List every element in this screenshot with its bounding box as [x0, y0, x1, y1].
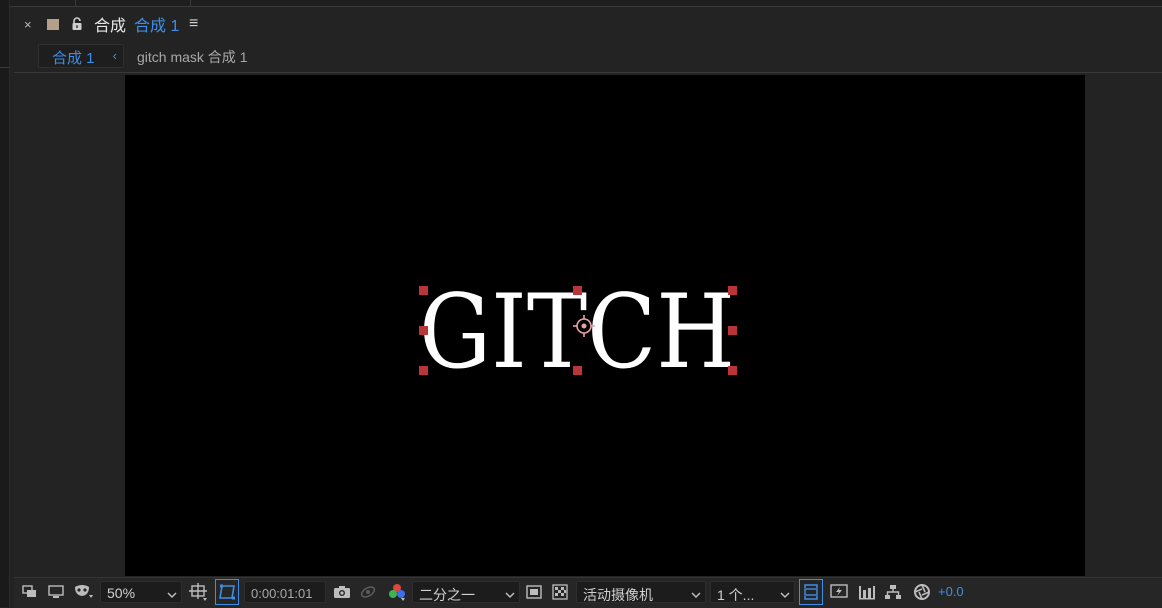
handle-mid-left [419, 326, 428, 335]
transparency-grid-icon[interactable] [548, 578, 572, 606]
camera-value: 活动摄像机 [583, 587, 653, 603]
show-snapshot-icon[interactable] [356, 578, 380, 606]
magnification-dropdown[interactable]: 50% [100, 581, 182, 603]
panel-comp-name[interactable]: 合成 1 [134, 8, 179, 40]
composition-panel-header: × 合成 合成 1 ≡ [14, 8, 1162, 40]
always-preview-icon[interactable] [18, 578, 42, 606]
panel-menu-icon[interactable]: ≡ [189, 8, 198, 40]
handle-bottom-left [419, 366, 428, 375]
handle-top-middle [573, 286, 582, 295]
timecode-value: 0:00:01:01 [251, 586, 313, 601]
camera-view-dropdown[interactable]: 活动摄像机 [576, 581, 706, 603]
region-of-interest-icon[interactable] [522, 578, 546, 606]
title-action-safe-icon[interactable] [186, 578, 212, 606]
reset-exposure-icon[interactable] [910, 578, 934, 606]
views-value: 1 个... [717, 587, 755, 603]
chevron-down-icon [780, 587, 790, 605]
comp-navigator: 合成 1 ‹ gitch mask 合成 1 [14, 42, 1162, 73]
viewer-toolbar: 50% 0:00:01:01 二分之一 活动摄像机 1 个... +0.0 [14, 577, 1162, 608]
mask-visibility-icon[interactable] [70, 578, 98, 606]
view-layout-dropdown[interactable]: 1 个... [710, 581, 795, 603]
toggle-pixel-aspect-icon[interactable] [798, 578, 824, 606]
monitor-icon[interactable] [44, 578, 68, 606]
left-panel-edge [0, 0, 10, 607]
lock-icon[interactable] [71, 8, 83, 40]
current-time-field[interactable]: 0:00:01:01 [244, 581, 326, 603]
toggle-mask-icon[interactable] [214, 578, 240, 606]
chevron-down-icon [167, 587, 177, 605]
close-icon[interactable]: × [24, 8, 32, 40]
handle-bottom-right [728, 366, 737, 375]
resolution-dropdown[interactable]: 二分之一 [412, 581, 520, 603]
chevron-down-icon [691, 587, 701, 605]
top-panel-strip [10, 0, 1162, 7]
fast-preview-icon[interactable] [826, 578, 852, 606]
breadcrumb-active-comp[interactable]: 合成 1 ‹ [38, 44, 124, 68]
chevron-down-icon [505, 587, 515, 605]
breadcrumb-next-comp[interactable]: gitch mask 合成 1 [137, 47, 247, 67]
handle-top-left [419, 286, 428, 295]
chevron-left-icon[interactable]: ‹ [113, 48, 117, 63]
snapshot-icon[interactable] [330, 578, 354, 606]
breadcrumb-label: 合成 1 [52, 50, 95, 67]
handle-top-right [728, 286, 737, 295]
handle-mid-right [728, 326, 737, 335]
panel-title: 合成 [94, 18, 127, 35]
comp-canvas[interactable]: GITCH [125, 75, 1085, 576]
zoom-value: 50% [107, 585, 136, 601]
flowchart-icon[interactable] [880, 578, 906, 606]
composition-viewer[interactable]: GITCH [14, 74, 1162, 576]
handle-bottom-middle [573, 366, 582, 375]
color-swatch-icon[interactable] [47, 8, 59, 40]
channel-icon[interactable] [384, 578, 410, 606]
resolution-value: 二分之一 [419, 587, 475, 603]
exposure-value[interactable]: +0.0 [938, 584, 964, 599]
timeline-icon[interactable] [854, 578, 880, 606]
